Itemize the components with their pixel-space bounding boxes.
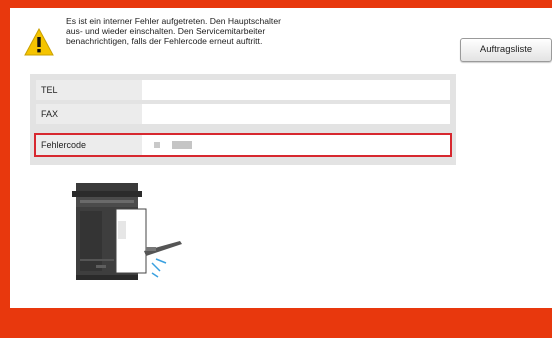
warning-icon (24, 28, 54, 56)
info-row-error-code: Fehlercode (34, 133, 452, 157)
error-message-line-2: aus- und wieder einschalten. Den Service… (66, 26, 266, 36)
error-message-line-1: Es ist ein interner Fehler aufgetreten. … (66, 16, 281, 26)
fax-label: FAX (36, 104, 142, 124)
error-message: Es ist ein interner Fehler aufgetreten. … (66, 16, 366, 46)
printer-illustration (72, 183, 182, 280)
error-message-area: Es ist ein interner Fehler aufgetreten. … (24, 16, 464, 64)
tel-value (146, 80, 450, 100)
job-list-button[interactable]: Auftragsliste (460, 38, 552, 62)
error-code-label: Fehlercode (36, 135, 142, 155)
error-message-line-3: benachrichtigen, falls der Fehlercode er… (66, 36, 263, 46)
fax-value (146, 104, 450, 124)
info-row-fax: FAX (36, 104, 450, 124)
redacted-mark (154, 142, 160, 148)
info-row-tel: TEL (36, 80, 450, 100)
service-info-box: TEL FAX Fehlercode (30, 74, 456, 165)
error-code-value (146, 135, 450, 155)
redacted-mark (172, 141, 192, 149)
error-panel: Es ist ein interner Fehler aufgetreten. … (10, 8, 552, 308)
tel-label: TEL (36, 80, 142, 100)
